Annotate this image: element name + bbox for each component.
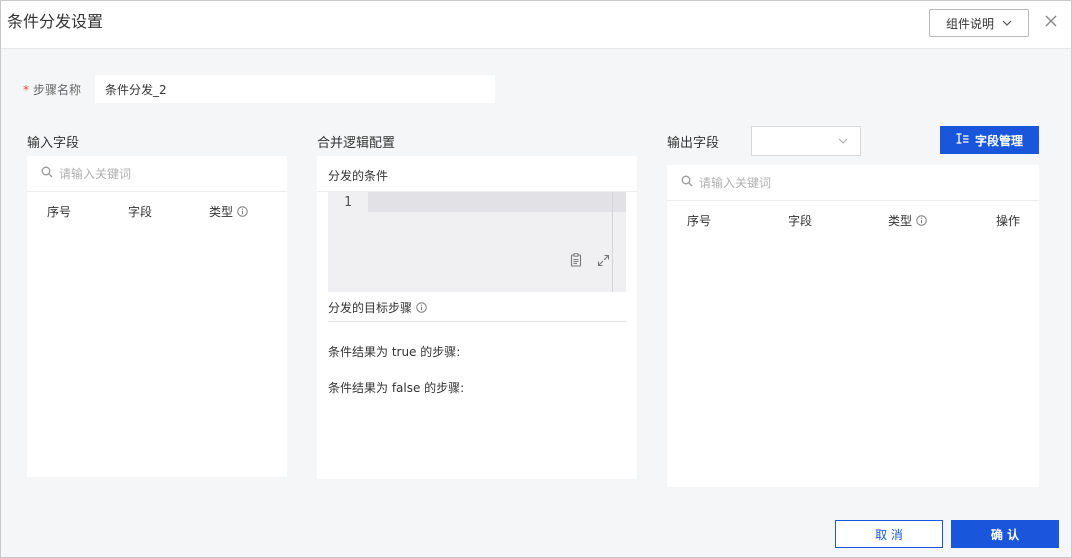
- condition-label: 分发的条件: [328, 169, 389, 183]
- cancel-button[interactable]: 取 消: [835, 520, 943, 548]
- output-fields-search: [667, 165, 1039, 201]
- column-header: 字段: [128, 204, 153, 219]
- true-step-label: 条件结果为 true 的步骤:: [328, 345, 461, 359]
- required-mark: *: [23, 83, 29, 97]
- field-list-icon: [956, 133, 969, 147]
- field-management-button[interactable]: 字段管理: [940, 126, 1039, 154]
- chevron-down-icon: [1002, 20, 1012, 26]
- input-fields-search-input[interactable]: [59, 166, 259, 181]
- search-icon: [681, 175, 693, 190]
- info-icon[interactable]: [416, 302, 427, 313]
- column-header: 操作: [996, 213, 1021, 228]
- dialog-title: 条件分发设置: [7, 12, 104, 31]
- column-header-type: 类型: [189, 203, 287, 220]
- chevron-down-icon: [838, 138, 848, 144]
- expand-icon[interactable]: [593, 250, 613, 270]
- search-icon: [41, 166, 53, 181]
- input-fields-title: 输入字段: [27, 136, 80, 151]
- component-help-button[interactable]: 组件说明: [929, 9, 1029, 37]
- dialog-header: 条件分发设置 组件说明: [1, 1, 1071, 49]
- line-number: 1: [344, 195, 352, 210]
- merge-config-title: 合并逻辑配置: [317, 136, 396, 151]
- input-fields-panel: 序号 字段 类型: [27, 156, 287, 477]
- target-steps-label: 分发的目标步骤: [328, 301, 413, 315]
- output-fields-panel: 序号 字段 类型 操作: [667, 165, 1039, 487]
- step-name-row: * 步骤名称: [23, 75, 495, 103]
- condition-code-editor[interactable]: 1: [328, 192, 626, 292]
- step-name-label: 步骤名称: [33, 82, 82, 97]
- clipboard-icon[interactable]: [566, 250, 586, 270]
- output-fields-search-input[interactable]: [699, 175, 949, 190]
- merge-config-panel: 分发的条件 1 分发的目标步骤 条件结果为 true 的步骤: 条件结果为 fa…: [317, 156, 637, 479]
- step-name-input[interactable]: [95, 75, 495, 103]
- confirm-button[interactable]: 确 认: [951, 520, 1059, 548]
- close-icon[interactable]: [1041, 11, 1061, 31]
- column-header-type: 类型: [868, 212, 974, 229]
- false-step-label: 条件结果为 false 的步骤:: [328, 381, 465, 395]
- input-fields-table-header: 序号 字段 类型: [27, 192, 287, 230]
- info-icon[interactable]: [237, 205, 248, 217]
- output-fields-select[interactable]: [751, 126, 861, 156]
- column-header-label: 类型: [888, 213, 913, 228]
- column-header: 序号: [47, 204, 72, 219]
- editor-scrollbar[interactable]: [612, 192, 613, 292]
- divider: [328, 321, 626, 322]
- target-steps-header: 分发的目标步骤: [328, 299, 427, 316]
- column-header-label: 类型: [209, 204, 234, 219]
- output-fields-table-header: 序号 字段 类型 操作: [667, 201, 1039, 239]
- active-line: [368, 192, 626, 212]
- help-button-label: 组件说明: [945, 16, 994, 31]
- info-icon[interactable]: [916, 214, 927, 226]
- condition-dispatch-dialog: 条件分发设置 组件说明 * 步骤名称 输入字段 序号 字段 类型: [0, 0, 1072, 558]
- output-fields-title: 输出字段: [667, 136, 720, 151]
- column-header: 字段: [788, 213, 813, 228]
- field-management-label: 字段管理: [974, 133, 1023, 148]
- column-header: 序号: [687, 213, 712, 228]
- input-fields-search: [27, 156, 287, 192]
